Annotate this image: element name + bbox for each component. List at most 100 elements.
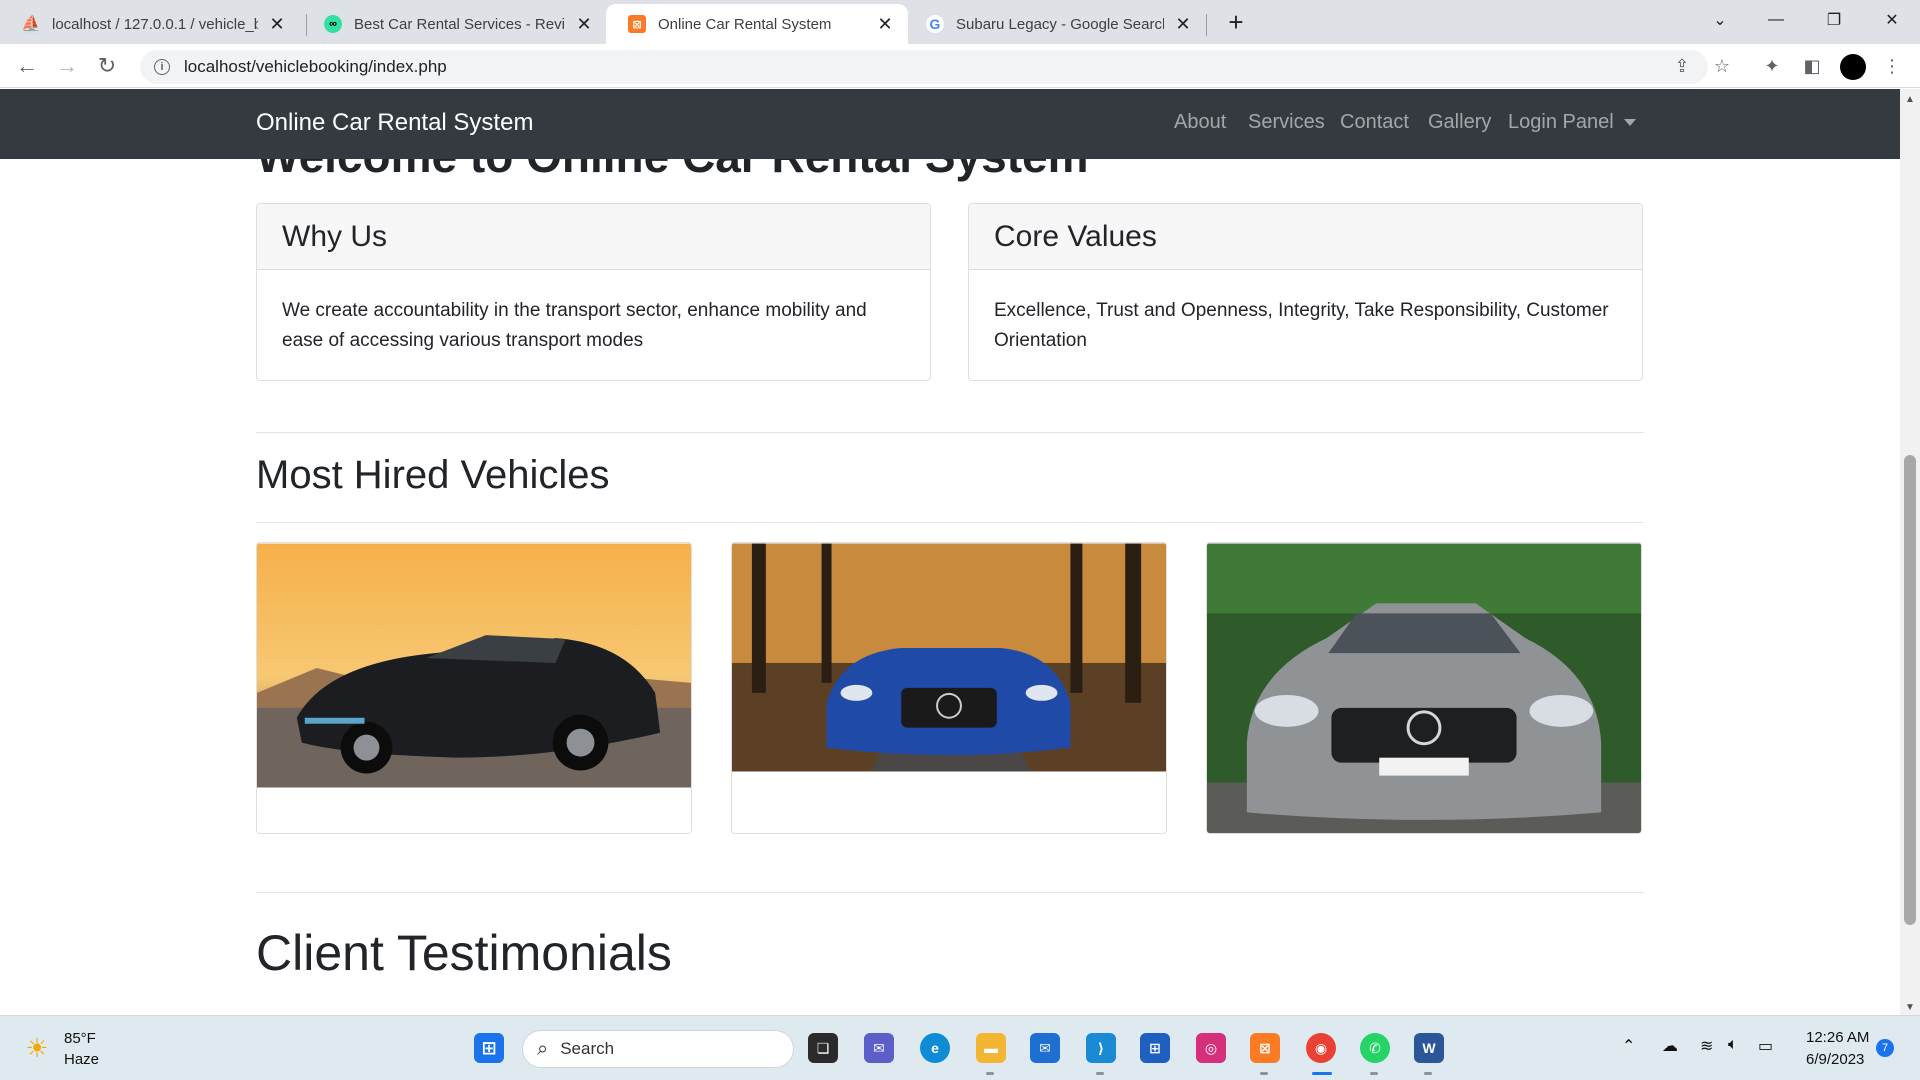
tab-title: Best Car Rental Services - Review <box>354 15 565 33</box>
mail-icon[interactable]: ✉ <box>1030 1033 1060 1063</box>
forward-arrow-icon[interactable]: → <box>53 52 81 80</box>
close-icon[interactable]: ✕ <box>874 13 896 35</box>
wifi-icon[interactable]: ≋ <box>1700 1036 1713 1056</box>
profile-avatar[interactable] <box>1840 54 1866 80</box>
vehicle-card[interactable] <box>1206 542 1642 834</box>
running-indicator <box>1096 1072 1104 1075</box>
close-icon[interactable]: ✕ <box>266 13 288 35</box>
share-icon[interactable]: ⇪ <box>1668 52 1696 80</box>
black-muscle-car-photo <box>257 543 691 788</box>
new-tab-button[interactable]: + <box>1222 7 1250 37</box>
phpmyadmin-icon: ⛵ <box>21 16 41 33</box>
whatsapp-icon[interactable]: ✆ <box>1360 1033 1390 1063</box>
instagram-icon[interactable]: ◎ <box>1196 1033 1226 1063</box>
nav-services[interactable]: Services <box>1248 111 1325 134</box>
vscode-icon[interactable]: ⟩ <box>1086 1033 1116 1063</box>
tray-overflow-chevron-icon[interactable]: ⌃ <box>1622 1036 1635 1056</box>
close-window-button[interactable]: ✕ <box>1864 0 1920 40</box>
bookmark-star-icon[interactable]: ☆ <box>1708 52 1736 80</box>
microsoft-store-icon[interactable]: ⊞ <box>1140 1033 1170 1063</box>
file-explorer-icon[interactable]: ▬ <box>976 1033 1006 1063</box>
most-hired-heading: Most Hired Vehicles <box>256 453 610 497</box>
scroll-up-arrow-icon[interactable]: ▲ <box>1902 92 1918 106</box>
weather-description[interactable]: Haze <box>64 1051 99 1068</box>
core-values-card: Core Values Excellence, Trust and Openne… <box>968 203 1643 381</box>
extensions-puzzle-icon[interactable]: ✦ <box>1758 52 1786 80</box>
silver-mercedes-amg-photo <box>1207 543 1641 833</box>
url-text: localhost/vehiclebooking/index.php <box>184 57 447 76</box>
blue-mercedes-amg-photo <box>732 543 1166 772</box>
nav-gallery[interactable]: Gallery <box>1428 111 1491 134</box>
address-bar[interactable]: i localhost/vehiclebooking/index.php <box>140 50 1708 84</box>
search-placeholder: Search <box>560 1039 615 1058</box>
tab-search-chevron-icon[interactable]: ⌄ <box>1692 0 1748 40</box>
word-icon[interactable]: W <box>1414 1033 1444 1063</box>
notification-badge[interactable]: 7 <box>1876 1039 1894 1057</box>
testimonials-heading: Client Testimonials <box>256 925 672 981</box>
section-divider <box>256 432 1644 433</box>
minimize-button[interactable]: — <box>1748 0 1804 40</box>
search-icon: ⌕ <box>537 1037 549 1060</box>
why-us-body: We create accountability in the transpor… <box>282 300 867 351</box>
section-divider <box>256 522 1644 523</box>
browser-menu-icon[interactable]: ⋮ <box>1878 52 1906 80</box>
browser-toolbar: ← → ↻ i localhost/vehiclebooking/index.p… <box>0 44 1920 88</box>
nav-contact[interactable]: Contact <box>1340 111 1409 134</box>
scrollbar-thumb[interactable] <box>1904 455 1916 925</box>
why-us-title: Why Us <box>257 204 930 270</box>
active-app-indicator <box>1312 1072 1332 1075</box>
nav-login-panel-label: Login Panel <box>1508 111 1614 133</box>
weather-temperature[interactable]: 85°F <box>64 1030 96 1047</box>
xampp-icon[interactable]: ⊠ <box>1250 1033 1280 1063</box>
tab-phpmyadmin[interactable]: ⛵ localhost / 127.0.0.1 / vehicle_bo ✕ <box>0 4 300 44</box>
taskbar-search-box[interactable]: ⌕ Search <box>522 1030 794 1068</box>
close-icon[interactable]: ✕ <box>1172 13 1194 35</box>
weather-icon[interactable]: ☀ <box>22 1033 52 1063</box>
running-indicator <box>1260 1072 1268 1075</box>
nav-login-panel[interactable]: Login Panel <box>1508 111 1636 134</box>
page-viewport: Welcome to Online Car Rental System Onli… <box>0 89 1900 1015</box>
clock-date[interactable]: 6/9/2023 <box>1806 1051 1864 1068</box>
battery-icon[interactable]: ▭ <box>1758 1036 1773 1056</box>
tab-separator <box>1206 14 1207 36</box>
tab-car-rental-reviews[interactable]: ∞ Best Car Rental Services - Review ✕ <box>302 4 607 44</box>
reload-icon[interactable]: ↻ <box>93 52 121 80</box>
site-brand[interactable]: Online Car Rental System <box>256 109 533 137</box>
running-indicator <box>1424 1072 1432 1075</box>
xampp-icon: ⊠ <box>628 15 646 33</box>
tripadvisor-icon: ∞ <box>324 15 342 33</box>
vehicle-card[interactable] <box>731 542 1167 834</box>
volume-icon[interactable]: 🔈︎ <box>1728 1036 1738 1054</box>
windows-taskbar: ☀ 85°F Haze ⊞ ⌕ Search ❏ ✉ e ▬ ✉ ⟩ ⊞ ◎ ⊠… <box>0 1015 1920 1080</box>
browser-tab-strip: ⛵ localhost / 127.0.0.1 / vehicle_bo ✕ ∞… <box>0 0 1920 44</box>
tab-title: localhost / 127.0.0.1 / vehicle_bo <box>52 15 258 33</box>
teams-chat-icon[interactable]: ✉ <box>864 1033 894 1063</box>
core-values-body: Excellence, Trust and Openness, Integrit… <box>994 300 1609 351</box>
dropdown-caret-icon <box>1623 119 1636 127</box>
tab-title: Subaru Legacy - Google Search <box>956 15 1164 33</box>
restore-button[interactable]: ❐ <box>1806 0 1862 40</box>
running-indicator <box>1370 1072 1378 1075</box>
edge-browser-icon[interactable]: e <box>920 1033 950 1063</box>
site-navbar: Online Car Rental System About Services … <box>0 89 1900 159</box>
site-info-icon[interactable]: i <box>154 59 170 75</box>
side-panel-icon[interactable]: ◧ <box>1798 52 1826 80</box>
clock-time[interactable]: 12:26 AM <box>1806 1029 1869 1046</box>
onedrive-cloud-icon[interactable]: ☁ <box>1662 1036 1678 1056</box>
running-indicator <box>986 1072 994 1075</box>
windows-start-icon[interactable]: ⊞ <box>474 1033 504 1063</box>
why-us-card: Why Us We create accountability in the t… <box>256 203 931 381</box>
back-arrow-icon[interactable]: ← <box>13 52 41 80</box>
tab-google-search[interactable]: G Subaru Legacy - Google Search ✕ <box>904 4 1206 44</box>
close-icon[interactable]: ✕ <box>573 13 595 35</box>
section-divider <box>256 892 1644 893</box>
core-values-title: Core Values <box>969 204 1642 270</box>
nav-about[interactable]: About <box>1174 111 1226 134</box>
tab-title: Online Car Rental System <box>658 15 832 33</box>
google-icon: G <box>926 15 944 33</box>
scroll-down-arrow-icon[interactable]: ▼ <box>1902 1000 1918 1014</box>
task-view-icon[interactable]: ❏ <box>808 1033 838 1063</box>
vehicle-card[interactable] <box>256 542 692 834</box>
chrome-icon[interactable]: ◉ <box>1306 1033 1336 1063</box>
tab-online-car-rental[interactable]: ⊠ Online Car Rental System ✕ <box>606 4 908 44</box>
